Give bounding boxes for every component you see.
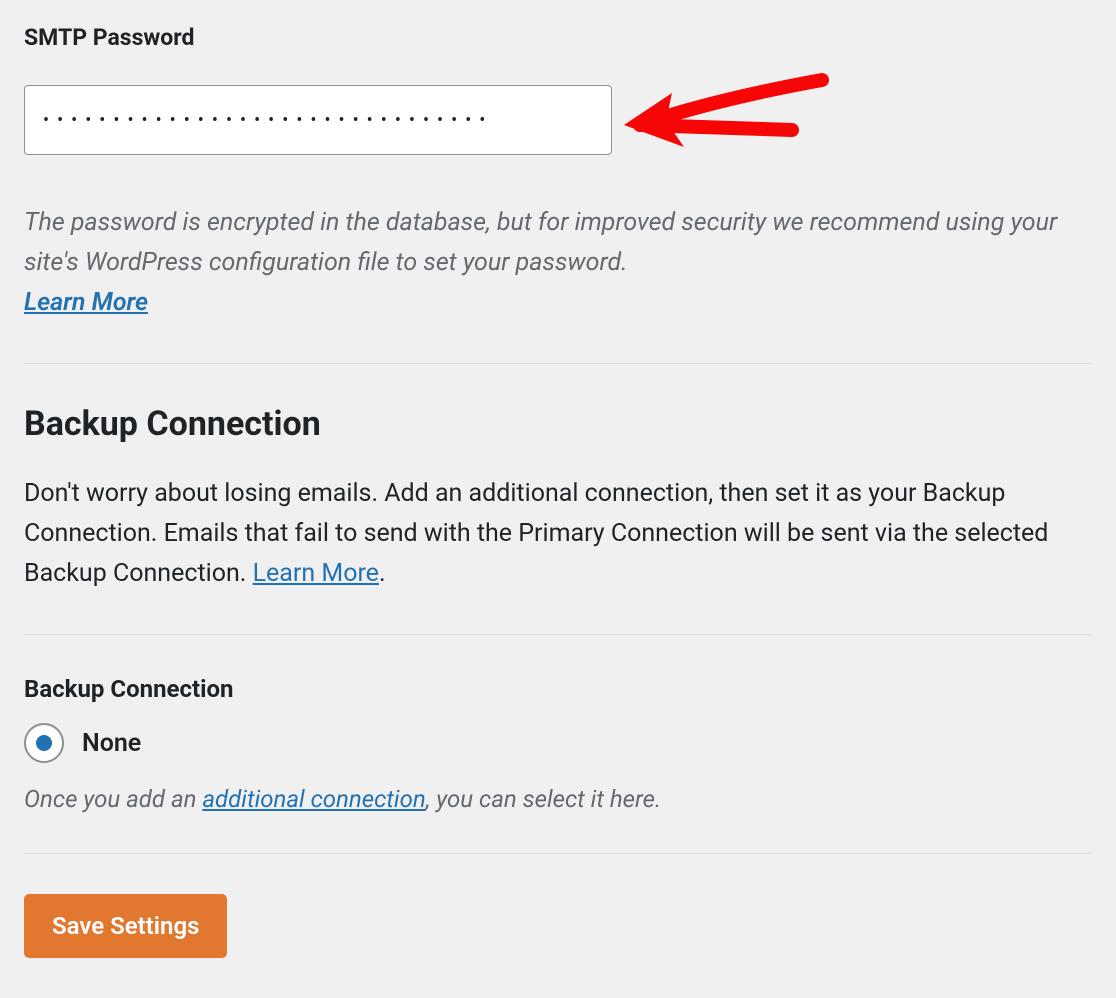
backup-connection-field-label: Backup Connection (24, 675, 1092, 703)
smtp-password-help-text: The password is encrypted in the databas… (24, 208, 1057, 277)
section-divider (24, 634, 1092, 635)
smtp-password-label: SMTP Password (24, 24, 1092, 51)
smtp-password-input[interactable] (24, 85, 612, 155)
additional-connection-link[interactable]: additional connection (202, 785, 425, 813)
radio-label-none: None (82, 729, 141, 758)
backup-help-post: , you can select it here. (426, 785, 661, 813)
section-divider (24, 853, 1092, 854)
backup-connection-description: Don't worry about losing emails. Add an … (24, 474, 1092, 594)
smtp-learn-more-link[interactable]: Learn More (24, 283, 148, 323)
backup-connection-heading: Backup Connection (24, 404, 1092, 444)
radio-selected-icon (36, 735, 52, 751)
backup-option-none-row[interactable]: None (24, 723, 1092, 763)
backup-help-pre: Once you add an (24, 785, 202, 813)
backup-help-text: Once you add an additional connection, y… (24, 785, 1092, 813)
arrow-annotation-icon (622, 65, 842, 175)
smtp-password-help: The password is encrypted in the databas… (24, 203, 1084, 323)
backup-learn-more-link[interactable]: Learn More (253, 559, 379, 588)
save-settings-button[interactable]: Save Settings (24, 894, 227, 958)
section-divider (24, 363, 1092, 364)
smtp-password-row (24, 65, 1092, 175)
backup-desc-post: . (379, 559, 386, 588)
radio-button-none[interactable] (24, 723, 64, 763)
backup-desc-pre: Don't worry about losing emails. Add an … (24, 479, 1048, 588)
